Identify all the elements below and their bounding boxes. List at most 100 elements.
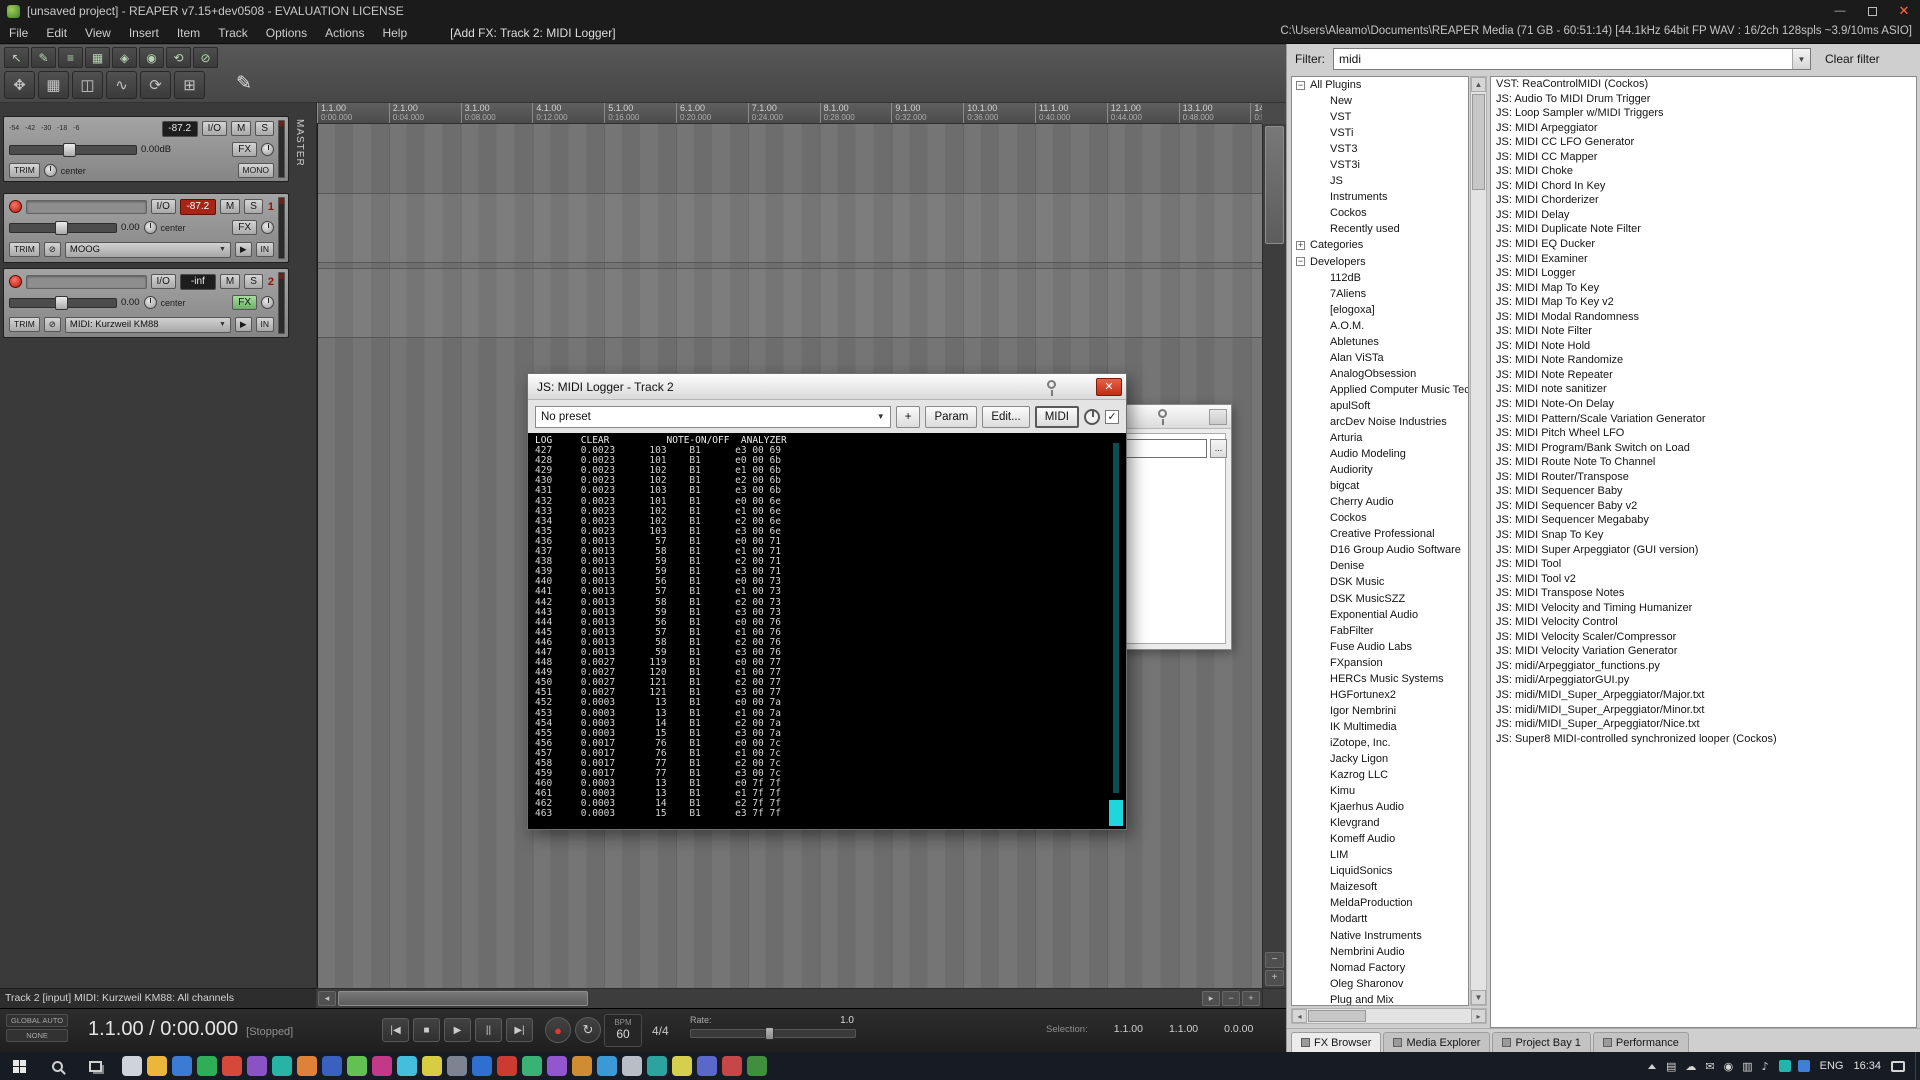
track-name-field[interactable] xyxy=(26,275,147,289)
menu-item[interactable]: Insert xyxy=(120,26,168,40)
horizontal-scrollbar[interactable]: ◂ ▸ − + xyxy=(316,988,1262,1008)
fx-button[interactable]: FX xyxy=(232,220,257,235)
taskbar-app-icon[interactable] xyxy=(722,1056,742,1076)
taskbar-app-icon[interactable] xyxy=(172,1056,192,1076)
time-signature[interactable]: 4/4 xyxy=(652,1024,669,1038)
plugin-list-item[interactable]: JS: MIDI Transpose Notes xyxy=(1491,586,1916,601)
tray-icon[interactable]: ▤ xyxy=(1666,1060,1676,1073)
taskbar-app-icon[interactable] xyxy=(647,1056,667,1076)
scrollbar-thumb[interactable] xyxy=(1308,1010,1366,1022)
plugin-list-item[interactable]: JS: MIDI Arpeggiator xyxy=(1491,121,1916,136)
tree-item[interactable]: Cherry Audio xyxy=(1292,494,1468,510)
tree-item[interactable]: DSK MusicSZZ xyxy=(1292,591,1468,607)
window-button[interactable] xyxy=(1209,409,1227,425)
scroll-down-button[interactable]: ▼ xyxy=(1471,990,1486,1005)
tree-item[interactable]: Native Instruments xyxy=(1292,927,1468,943)
tree-item[interactable]: Nembrini Audio xyxy=(1292,944,1468,960)
plugin-list-item[interactable]: JS: MIDI Logger xyxy=(1491,266,1916,281)
mute-button[interactable]: M xyxy=(220,274,240,289)
tree-item[interactable]: arcDev Noise Industries xyxy=(1292,414,1468,430)
scroll-right-button[interactable]: ▸ xyxy=(1202,991,1220,1006)
plugin-list-item[interactable]: JS: Loop Sampler w/MIDI Triggers xyxy=(1491,106,1916,121)
scrollbar-thumb[interactable] xyxy=(338,991,588,1006)
pan-knob[interactable] xyxy=(44,164,57,177)
io-button[interactable]: I/O xyxy=(202,121,227,136)
plugin-list-item[interactable]: JS: MIDI Chorderizer xyxy=(1491,193,1916,208)
tree-item[interactable]: VST3i xyxy=(1292,157,1468,173)
plugin-list-item[interactable]: JS: Audio To MIDI Drum Trigger xyxy=(1491,92,1916,107)
tree-item[interactable]: Klevgrand xyxy=(1292,815,1468,831)
tray-icon[interactable]: ♪ xyxy=(1762,1060,1769,1073)
taskbar-app-icon[interactable] xyxy=(147,1056,167,1076)
repeat-button[interactable]: ↻ xyxy=(575,1017,601,1043)
tray-app-icon[interactable] xyxy=(1779,1060,1791,1072)
plugin-list-item[interactable]: JS: MIDI Velocity and Timing Humanizer xyxy=(1491,601,1916,616)
docker-tab[interactable]: Project Bay 1 xyxy=(1492,1032,1590,1052)
plugin-list-item[interactable]: JS: MIDI Sequencer Megababy xyxy=(1491,513,1916,528)
taskbar-app-icon[interactable] xyxy=(672,1056,692,1076)
rate-slider[interactable] xyxy=(690,1029,856,1038)
tree-expand-icon[interactable]: − xyxy=(1296,257,1305,266)
taskbar-app-icon[interactable] xyxy=(122,1056,142,1076)
toolbar-icon[interactable]: ∿ xyxy=(106,71,137,99)
tree-item[interactable]: Recently used xyxy=(1292,221,1468,237)
scroll-left-button[interactable]: ◂ xyxy=(318,991,336,1006)
taskbar-app-icon[interactable] xyxy=(497,1056,517,1076)
bypass-checkbox[interactable]: ✓ xyxy=(1105,410,1119,424)
tree-item[interactable]: Applied Computer Music Tech xyxy=(1292,382,1468,398)
env-knob[interactable] xyxy=(261,221,274,234)
monitor-in-button[interactable]: IN xyxy=(256,317,275,332)
menu-item[interactable]: Edit xyxy=(37,26,76,40)
plugin-list-item[interactable]: JS: MIDI Delay xyxy=(1491,208,1916,223)
language-indicator[interactable]: ENG xyxy=(1820,1060,1844,1072)
toolbar-icon[interactable]: ◫ xyxy=(72,71,103,99)
taskbar-app-icon[interactable] xyxy=(397,1056,417,1076)
plugin-list-item[interactable]: JS: MIDI CC Mapper xyxy=(1491,150,1916,165)
pan-knob[interactable] xyxy=(144,221,157,234)
tree-item[interactable]: Instruments xyxy=(1292,189,1468,205)
tray-icon[interactable]: ✉ xyxy=(1705,1060,1714,1073)
tree-item[interactable]: Igor Nembrini xyxy=(1292,703,1468,719)
add-preset-button[interactable]: + xyxy=(896,406,921,428)
taskbar-app-icon[interactable] xyxy=(197,1056,217,1076)
play-button[interactable]: ▶ xyxy=(444,1018,471,1042)
edit-button[interactable]: Edit... xyxy=(982,406,1029,428)
tree-item[interactable]: Kazrog LLC xyxy=(1292,767,1468,783)
solo-button[interactable]: S xyxy=(244,274,263,289)
tree-item[interactable]: Komeff Audio xyxy=(1292,831,1468,847)
taskbar-app-icon[interactable] xyxy=(572,1056,592,1076)
mute-button[interactable]: M xyxy=(231,121,251,136)
pause-button[interactable]: || xyxy=(475,1018,502,1042)
plugin-list-item[interactable]: JS: midi/MIDI_Super_Arpeggiator/Nice.txt xyxy=(1491,717,1916,732)
fader-handle[interactable] xyxy=(55,221,68,235)
io-button[interactable]: I/O xyxy=(151,274,176,289)
scrollbar-thumb[interactable] xyxy=(1265,126,1284,244)
fx-button[interactable]: FX xyxy=(232,142,257,157)
tree-item[interactable]: Exponential Audio xyxy=(1292,607,1468,623)
solo-button[interactable]: S xyxy=(255,121,274,136)
plugin-list-item[interactable]: JS: MIDI CC LFO Generator xyxy=(1491,135,1916,150)
plugin-list-item[interactable]: JS: midi/MIDI_Super_Arpeggiator/Major.tx… xyxy=(1491,688,1916,703)
tree-item[interactable]: Cockos xyxy=(1292,510,1468,526)
toolbar-icon[interactable]: ✎ xyxy=(31,47,56,68)
track-name-field[interactable] xyxy=(26,200,147,214)
close-button[interactable]: ✕ xyxy=(1888,1,1920,21)
timeline-ruler[interactable]: 1.1.00 0:00.000 2.1.00 0:04.000 3.1.00 0… xyxy=(316,103,1262,124)
docker-tab[interactable]: Media Explorer xyxy=(1383,1032,1490,1052)
taskbar-app-icon[interactable] xyxy=(697,1056,717,1076)
plugin-list-item[interactable]: JS: MIDI Note Randomize xyxy=(1491,353,1916,368)
monitor-in-button[interactable]: IN xyxy=(256,242,275,257)
tree-item[interactable]: Oleg Sharonov xyxy=(1292,976,1468,992)
input-selector[interactable]: MIDI: Kurzweil KM88 ▼ xyxy=(65,317,231,333)
trim-button[interactable]: TRIM xyxy=(9,163,40,178)
plugin-list-item[interactable]: JS: MIDI Router/Transpose xyxy=(1491,470,1916,485)
taskbar-app-icon[interactable] xyxy=(222,1056,242,1076)
tray-icon[interactable]: ☁ xyxy=(1685,1060,1696,1073)
docker-tab[interactable]: Performance xyxy=(1593,1032,1689,1052)
zoom-in-button[interactable]: + xyxy=(1242,991,1260,1006)
plugin-list-item[interactable]: JS: MIDI Tool xyxy=(1491,557,1916,572)
fader-handle[interactable] xyxy=(55,296,68,310)
plugin-list-item[interactable]: JS: MIDI Note-On Delay xyxy=(1491,397,1916,412)
menu-item[interactable]: Actions xyxy=(316,26,373,40)
tree-item[interactable]: 7Aliens xyxy=(1292,286,1468,302)
